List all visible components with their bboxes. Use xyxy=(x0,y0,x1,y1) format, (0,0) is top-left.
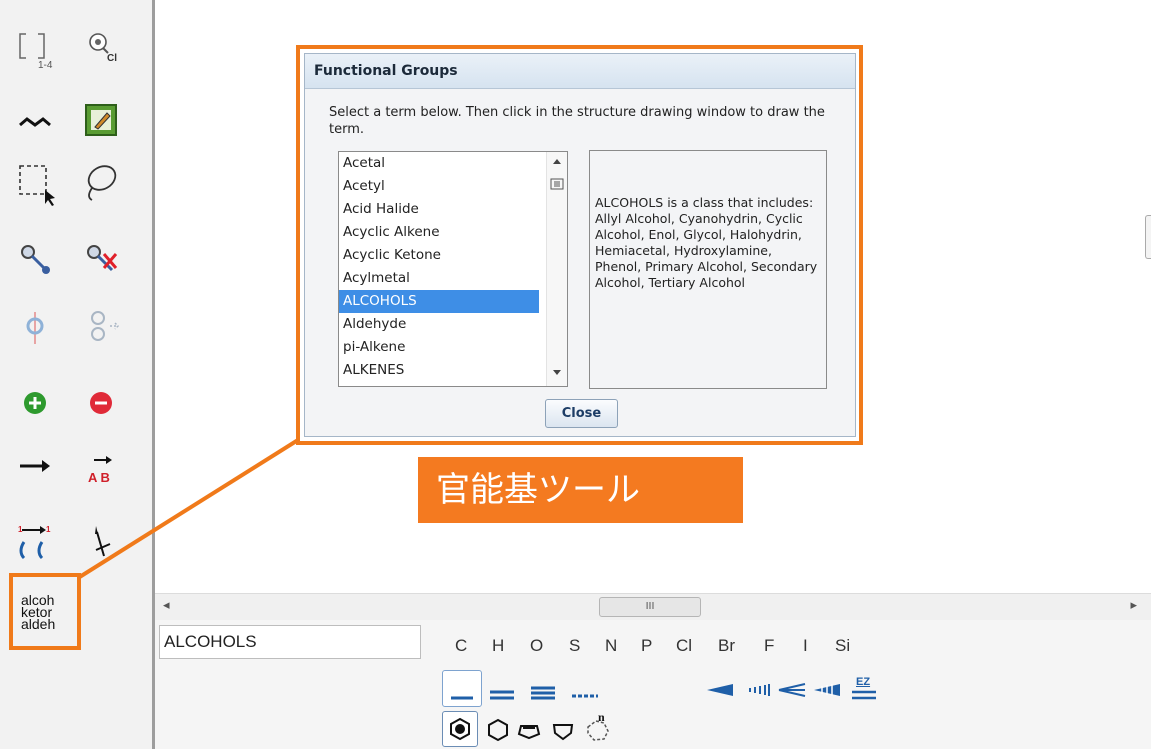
list-item-acyclic-alkene[interactable]: Acyclic Alkene xyxy=(339,221,539,244)
functional-groups-dialog: Functional Groups Select a term below. T… xyxy=(304,53,856,437)
list-item-aldehyde[interactable]: Aldehyde xyxy=(339,313,539,336)
list-item-acetyl[interactable]: Acetyl xyxy=(339,175,539,198)
erase-bond-tool[interactable] xyxy=(78,238,124,282)
edit-text-tool[interactable] xyxy=(78,99,124,143)
flip-disabled-icon xyxy=(91,311,120,341)
lasso-icon xyxy=(87,165,117,201)
scroll-right-icon[interactable]: ▸ xyxy=(1130,598,1137,613)
reaction-center-icon xyxy=(95,526,111,557)
bracket-icon: 1-4 xyxy=(19,33,53,70)
minus-charge-icon xyxy=(90,392,112,414)
element-button-p[interactable]: P xyxy=(641,636,652,656)
list-item-alcohols[interactable]: ALCOHOLS xyxy=(339,290,539,313)
list-item-acid-halide[interactable]: Acid Halide xyxy=(339,198,539,221)
reaction-center-tool[interactable] xyxy=(78,520,124,564)
arrow-ab-label: A B xyxy=(88,470,110,485)
rotate-tool xyxy=(12,304,58,348)
element-button-s[interactable]: S xyxy=(569,636,580,656)
decrease-charge-tool[interactable] xyxy=(78,381,124,425)
element-button-n[interactable]: N xyxy=(605,636,617,656)
scroll-left-icon[interactable]: ◂ xyxy=(163,598,170,613)
element-button-cl[interactable]: Cl xyxy=(676,636,692,656)
list-item-alkenes[interactable]: ALKENES xyxy=(339,359,539,382)
ez-label: EZ xyxy=(856,676,871,688)
arrow-ab-icon: A B xyxy=(88,456,112,485)
element-button-i[interactable]: I xyxy=(803,636,808,656)
cyclohexane-ring-button[interactable] xyxy=(484,716,512,744)
arrow-right-icon xyxy=(20,460,50,472)
hash-wedge-bond-button[interactable] xyxy=(812,680,842,700)
close-button[interactable]: Close xyxy=(545,399,618,428)
rotate-disabled-icon xyxy=(26,312,44,344)
callout-label: 官能基ツール xyxy=(418,457,743,523)
element-button-h[interactable]: H xyxy=(492,636,504,656)
list-item-acyclic-ketone[interactable]: Acyclic Ketone xyxy=(339,244,539,267)
wavy-bond-icon xyxy=(19,117,51,127)
term-list[interactable]: Acetal Acetyl Acid Halide Acyclic Alkene… xyxy=(338,151,568,387)
reaction-ab-arrow-tool[interactable]: A B xyxy=(78,444,124,488)
template-count-label: 1-4 xyxy=(38,60,53,70)
svg-text:1: 1 xyxy=(18,525,23,534)
double-bond-button[interactable] xyxy=(486,678,520,702)
cyclohexane-chair-button[interactable] xyxy=(515,716,543,744)
single-bond-button[interactable] xyxy=(442,670,482,707)
ez-stereo-button[interactable]: EZ xyxy=(848,676,878,702)
wedge-open-bond-button[interactable] xyxy=(777,680,807,700)
dialog-title: Functional Groups xyxy=(305,54,855,89)
dialog-instructions: Select a term below. Then click in the s… xyxy=(329,105,825,137)
plus-charge-icon xyxy=(24,392,46,414)
bond-chain-tool[interactable] xyxy=(12,238,58,282)
any-bond-button[interactable] xyxy=(568,678,602,702)
benzene-ring-button[interactable] xyxy=(442,711,478,747)
template-bracket-tool[interactable]: 1-4 xyxy=(12,26,58,70)
wedge-bond-button[interactable] xyxy=(705,680,735,700)
list-scrollbar[interactable] xyxy=(546,152,567,386)
triple-bond-button[interactable] xyxy=(527,678,561,702)
rectangle-select-tool[interactable] xyxy=(12,162,58,206)
lasso-select-tool[interactable] xyxy=(78,162,124,206)
increase-charge-tool[interactable] xyxy=(12,381,58,425)
key-icon xyxy=(21,245,50,274)
query-label: Cl xyxy=(107,53,117,64)
hash-bond-button[interactable] xyxy=(741,680,771,700)
benzene-icon xyxy=(450,717,470,741)
element-button-f[interactable]: F xyxy=(764,636,774,656)
list-item-acetal[interactable]: Acetal xyxy=(339,152,539,175)
list-item-acylmetal[interactable]: Acylmetal xyxy=(339,267,539,290)
marquee-select-icon xyxy=(19,165,55,206)
scroll-down-icon xyxy=(553,370,561,375)
single-bond-icon xyxy=(451,696,473,700)
query-icon: Cl xyxy=(89,33,117,64)
edit-box-icon xyxy=(85,104,117,136)
element-button-br[interactable]: Br xyxy=(718,636,735,656)
flip-tool xyxy=(78,304,124,348)
list-item-pi-alkene[interactable]: pi-Alkene xyxy=(339,336,539,359)
atom-map-icon: 1 1 xyxy=(18,525,51,560)
wavy-bond-tool[interactable] xyxy=(12,99,58,143)
svg-text:1: 1 xyxy=(46,525,51,534)
scrollbar-thumb[interactable]: III xyxy=(599,597,701,617)
ez-bond-icon xyxy=(852,690,876,700)
query-atom-tool[interactable]: Cl xyxy=(78,24,124,68)
element-button-si[interactable]: Si xyxy=(835,636,850,656)
term-description: ALCOHOLS is a class that includes: Allyl… xyxy=(589,150,827,389)
tool-highlight-frame xyxy=(9,573,81,650)
vertical-scrollbar-edge[interactable] xyxy=(1145,215,1151,259)
cyclopentane-ring-button[interactable] xyxy=(549,716,577,744)
horizontal-scrollbar[interactable]: ◂ III ▸ xyxy=(155,593,1151,620)
element-button-c[interactable]: C xyxy=(455,636,467,656)
n-ring-button[interactable]: n xyxy=(582,710,616,745)
reaction-arrow-tool[interactable] xyxy=(12,444,58,488)
element-button-o[interactable]: O xyxy=(530,636,543,656)
formula-input[interactable]: ALCOHOLS xyxy=(159,625,421,659)
list-scroll-arrows xyxy=(550,159,564,375)
ring-size-label: n xyxy=(598,710,605,724)
scroll-up-icon xyxy=(553,159,561,164)
atom-map-tool[interactable]: 1 1 xyxy=(12,520,58,564)
cut-key-icon xyxy=(87,245,118,272)
